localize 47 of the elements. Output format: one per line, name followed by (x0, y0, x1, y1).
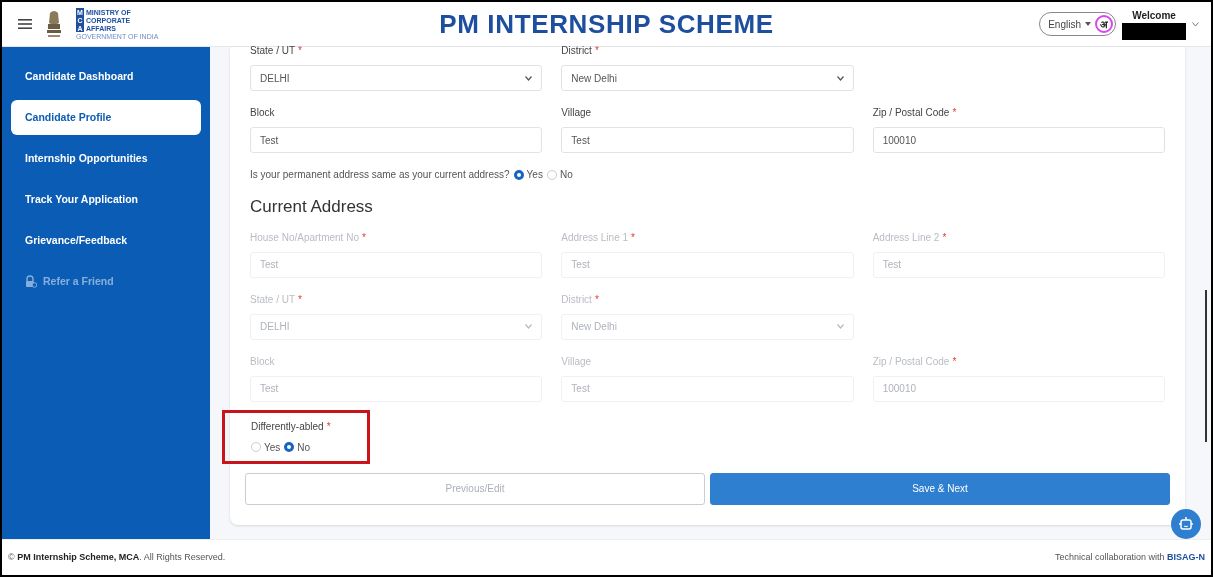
field-label: Block (250, 106, 276, 120)
field-label: Address Line 1 * (561, 230, 636, 245)
radio-option[interactable]: Yes (513, 167, 543, 182)
chevron-down-icon (836, 75, 844, 81)
sidebar-item[interactable]: Grievance/Feedback (11, 223, 201, 258)
select-field[interactable]: DELHI (250, 65, 543, 91)
question-text: Is your permanent address same as your current address? (250, 168, 510, 182)
radio-option[interactable]: No (546, 167, 573, 182)
menu-icon[interactable] (18, 18, 32, 30)
field-label: State / UT * (250, 292, 303, 307)
field-label: Zip / Postal Code * (872, 354, 958, 369)
language-selector[interactable]: English अ (1039, 12, 1116, 36)
input-field[interactable]: Test (561, 127, 854, 153)
collaboration-text: Technical collaboration with BISAG-N (1054, 550, 1205, 564)
scrollbar-thumb[interactable] (1205, 290, 1207, 442)
welcome-label: Welcome (1132, 9, 1176, 23)
field-label: Differently-abled * (251, 419, 332, 434)
save-next-button[interactable]: Save & Next (710, 472, 1170, 505)
radio-option[interactable]: No (284, 439, 311, 455)
radio-option[interactable]: Yes (251, 439, 281, 455)
site-title: PM INTERNSHIP SCHEME (439, 7, 774, 41)
lock-person-icon (25, 275, 37, 288)
sidebar-item[interactable]: Candidate Dashboard (11, 59, 201, 94)
field-label: District * (561, 44, 600, 58)
chevron-down-icon (525, 324, 533, 329)
field-label: Block (250, 354, 276, 369)
sidebar-item[interactable]: Candidate Profile (11, 100, 201, 135)
sidebar-item[interactable]: Internship Opportunities (11, 141, 201, 176)
input-field[interactable]: Test (250, 127, 543, 153)
chevron-down-icon (836, 324, 844, 329)
chatbot-button[interactable] (1171, 509, 1201, 539)
field-label: Zip / Postal Code * (872, 106, 958, 120)
copyright-text: © PM Internship Scheme, MCA. All Rights Reserved. (8, 550, 226, 564)
sidebar-item[interactable]: Track Your Application (11, 182, 201, 217)
robot-icon (1178, 516, 1194, 532)
select-field[interactable]: New Delhi (561, 65, 854, 91)
chevron-down-icon (525, 75, 533, 81)
field-label: Village (561, 106, 593, 120)
input-field[interactable]: 100010 (872, 127, 1165, 153)
field-label: House No/Apartment No * (250, 230, 367, 245)
section-heading: Current Address (250, 196, 374, 218)
chevron-down-icon[interactable] (1192, 21, 1199, 27)
field-label: Village (561, 354, 593, 369)
field-label: Address Line 2 * (872, 230, 948, 245)
field-label: State / UT * (250, 44, 303, 58)
caret-icon (1085, 22, 1091, 26)
field-label: District * (561, 292, 600, 307)
